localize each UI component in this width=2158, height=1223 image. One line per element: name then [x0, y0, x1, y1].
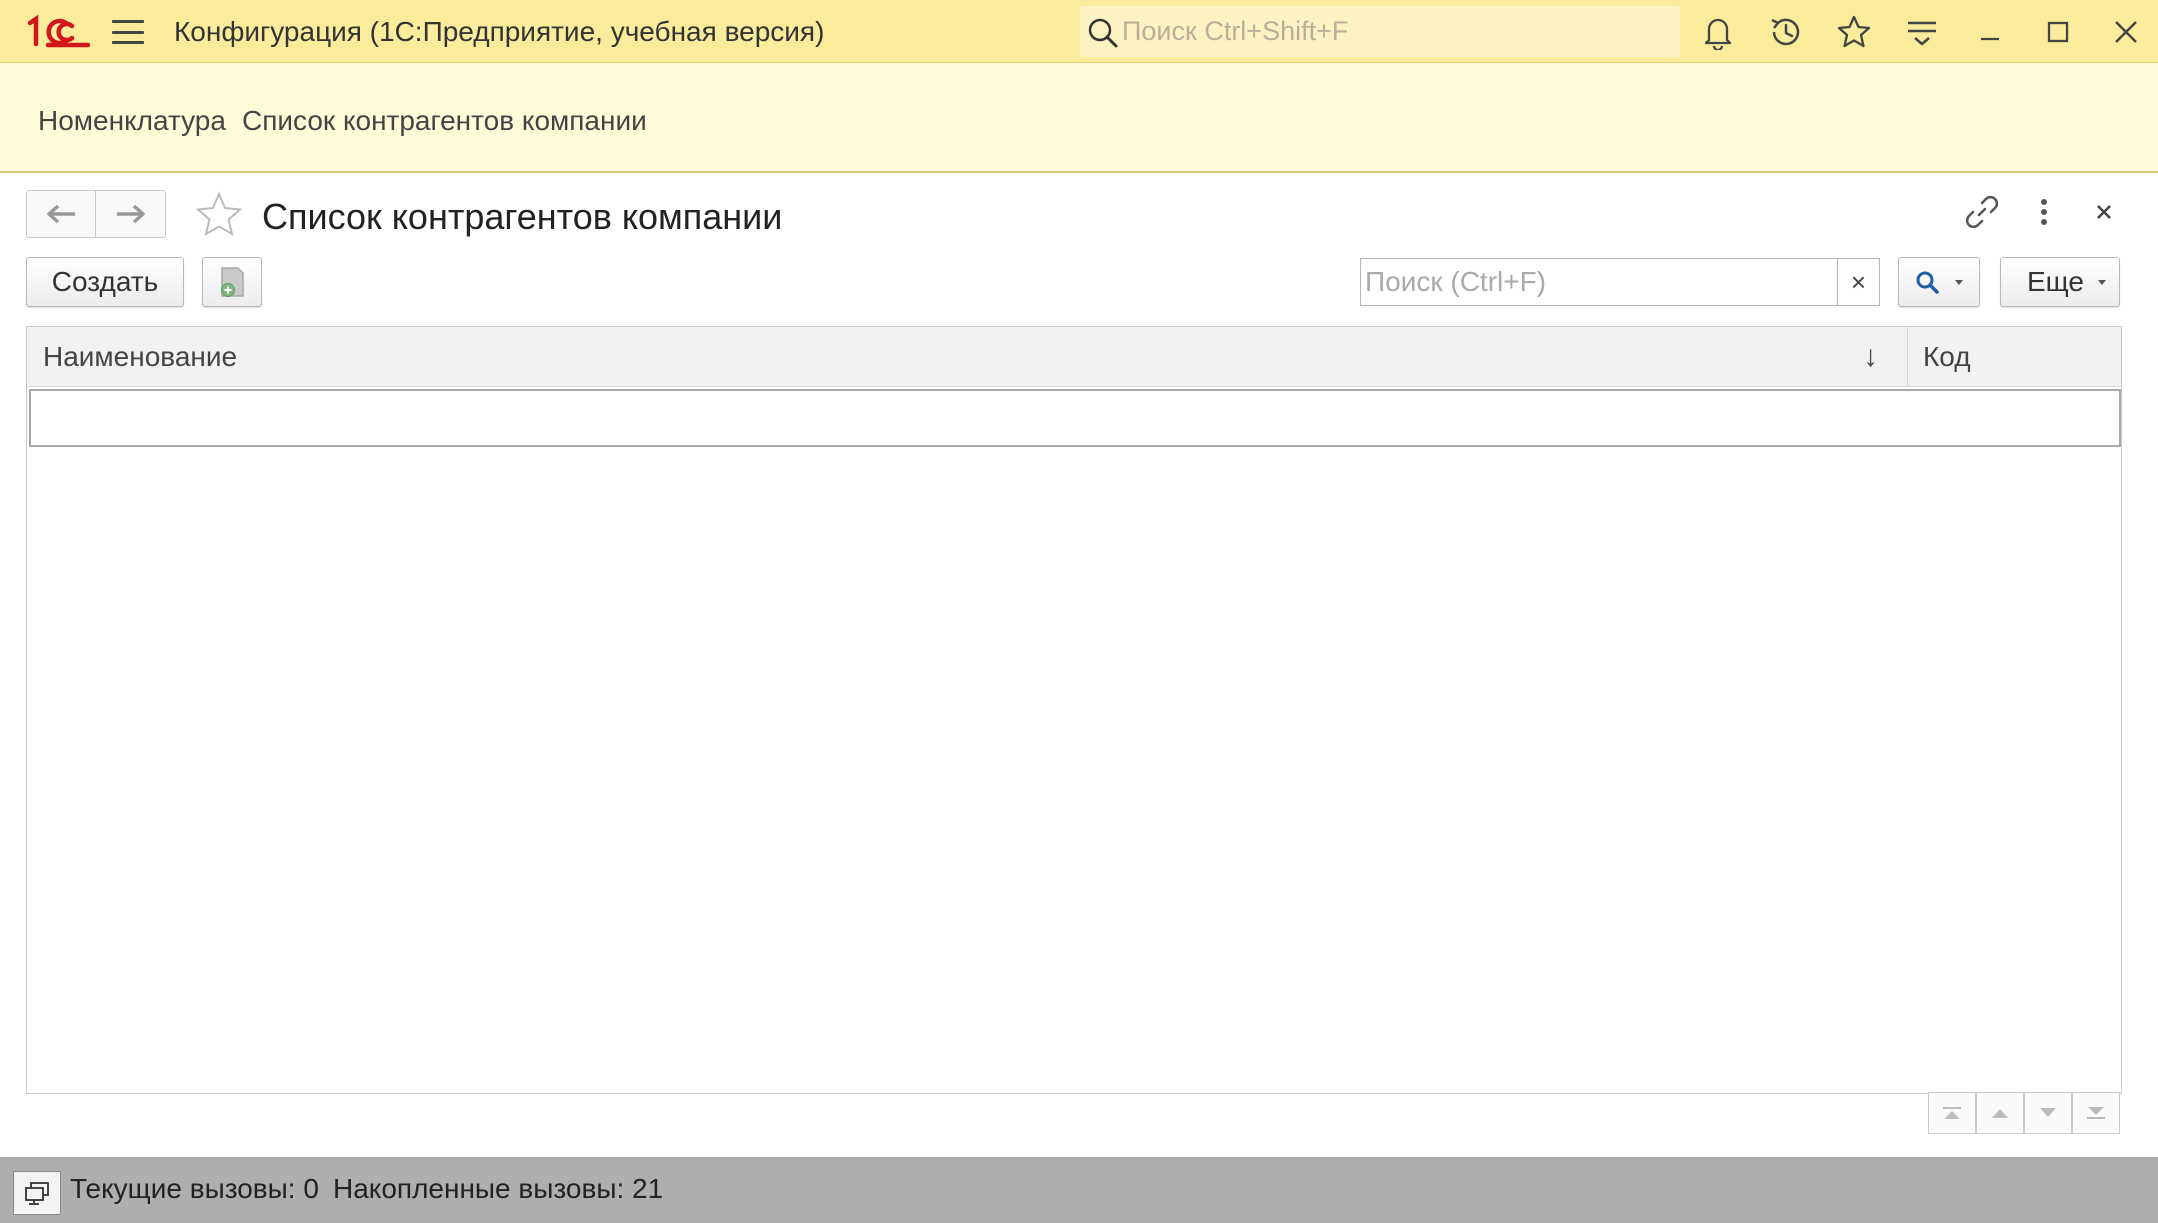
more-actions-icon[interactable] [2024, 192, 2064, 237]
notifications-bell-icon[interactable] [1698, 12, 1738, 52]
panels-menu-icon[interactable] [1902, 12, 1942, 52]
forward-button[interactable] [96, 190, 166, 238]
create-button[interactable]: Создать [26, 257, 184, 307]
link-icon[interactable] [1962, 192, 2002, 237]
search-icon [1916, 271, 1939, 294]
table-row-current[interactable] [29, 389, 2121, 447]
title-bar: Конфигурация (1С:Предприятие, учебная ве… [0, 0, 2158, 63]
close-form-icon[interactable] [2084, 192, 2124, 237]
column-header-code[interactable]: Код [1923, 327, 1971, 387]
app-title: Конфигурация (1С:Предприятие, учебная ве… [174, 16, 825, 47]
global-search-placeholder: Поиск Ctrl+Shift+F [1122, 16, 1349, 46]
current-calls-label: Текущие вызовы: 0 [70, 1173, 319, 1204]
scroll-to-top-button[interactable] [1928, 1092, 1976, 1134]
sort-descending-icon[interactable]: ↓ [1863, 327, 1878, 387]
table-header: Наименование ↓ Код [27, 327, 2121, 387]
scroll-to-bottom-button[interactable] [2072, 1092, 2120, 1134]
more-button[interactable]: Еще [2000, 257, 2120, 307]
back-button[interactable] [26, 190, 96, 238]
clear-search-button[interactable]: × [1837, 259, 1879, 305]
section-item-nomenclature[interactable]: Номенклатура [38, 103, 226, 139]
column-header-name[interactable]: Наименование [43, 327, 237, 387]
status-bar: Текущие вызовы: 0 Накопленные вызовы: 21 [0, 1157, 2158, 1223]
counterparties-table[interactable]: Наименование ↓ Код [26, 326, 2122, 1094]
arrow-left-icon [47, 204, 75, 224]
1c-logo-icon [26, 14, 91, 50]
add-document-icon [221, 267, 244, 297]
more-button-label: Еще [2027, 266, 2084, 297]
history-icon[interactable] [1766, 12, 1806, 52]
list-search-input[interactable]: Поиск (Ctrl+F) × [1360, 258, 1880, 306]
sections-panel: Номенклатура Список контрагентов компани… [0, 63, 2158, 173]
maximize-icon[interactable] [2038, 12, 2078, 52]
navigation-buttons [26, 190, 166, 238]
search-options-button[interactable] [1898, 257, 1980, 307]
scroll-down-icon [2040, 1108, 2056, 1117]
main-menu-button[interactable] [112, 18, 144, 46]
scroll-down-button[interactable] [2024, 1092, 2072, 1134]
dropdown-arrow-icon [2097, 280, 2106, 285]
scroll-up-icon [1992, 1109, 2008, 1118]
favorites-star-icon[interactable] [1834, 12, 1874, 52]
performance-monitor-button[interactable] [13, 1171, 61, 1215]
scroll-top-icon [1943, 1107, 1961, 1119]
close-window-icon[interactable] [2106, 12, 2146, 52]
column-divider [1907, 327, 1908, 387]
arrow-right-icon [116, 204, 145, 224]
scroll-up-button[interactable] [1976, 1092, 2024, 1134]
dropdown-arrow-icon [1954, 280, 1963, 285]
accumulated-calls-label: Накопленные вызовы: 21 [333, 1173, 664, 1204]
global-search-input[interactable]: Поиск Ctrl+Shift+F [1080, 6, 1680, 57]
list-search-placeholder: Поиск (Ctrl+F) [1365, 266, 1547, 297]
section-item-counterparties[interactable]: Список контрагентов компании [242, 103, 647, 139]
create-folder-button[interactable] [202, 257, 262, 307]
monitor-icon [25, 1182, 49, 1205]
scroll-bottom-icon [2087, 1107, 2105, 1119]
search-icon [1086, 16, 1120, 55]
minimize-icon[interactable] [1970, 12, 2010, 52]
add-to-favorites-star-icon[interactable] [194, 190, 244, 245]
form-title: Список контрагентов компании [262, 196, 783, 237]
